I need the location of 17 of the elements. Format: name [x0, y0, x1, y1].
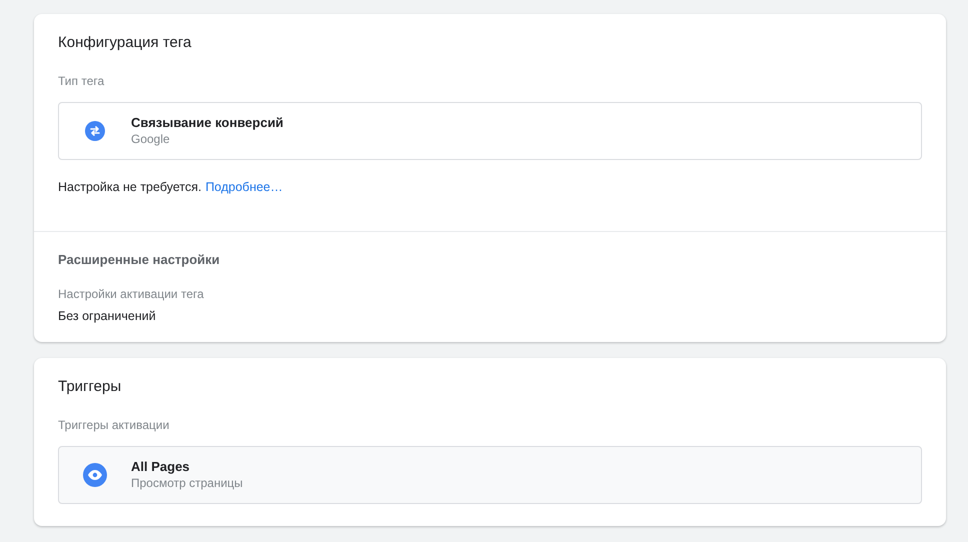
- item-subtitle: Просмотр страницы: [131, 475, 243, 492]
- field-label: Триггеры активации: [58, 417, 170, 434]
- card-title: Триггеры: [58, 377, 122, 396]
- field-label: Тип тега: [58, 73, 106, 90]
- eye-icon: [83, 463, 107, 487]
- learn-more-link[interactable]: Подробнее…: [205, 178, 283, 197]
- field-label: Настройки активации тега: [58, 286, 205, 304]
- card-title: Конфигурация тега: [58, 33, 192, 52]
- item-title: All Pages: [131, 458, 191, 475]
- item-title: Связывание конверсий: [131, 114, 284, 131]
- tag-type-row[interactable]: Связывание конверсий Google: [58, 102, 922, 160]
- section-title: Расширенные настройки: [58, 250, 221, 269]
- item-subtitle: Google: [131, 131, 171, 148]
- field-value: Без ограничений: [58, 308, 157, 326]
- note-text: Настройка не требуется.: [58, 179, 202, 196]
- swap-arrows-icon: [85, 121, 105, 141]
- tag-type-row[interactable]: All Pages Просмотр страницы: [58, 446, 922, 504]
